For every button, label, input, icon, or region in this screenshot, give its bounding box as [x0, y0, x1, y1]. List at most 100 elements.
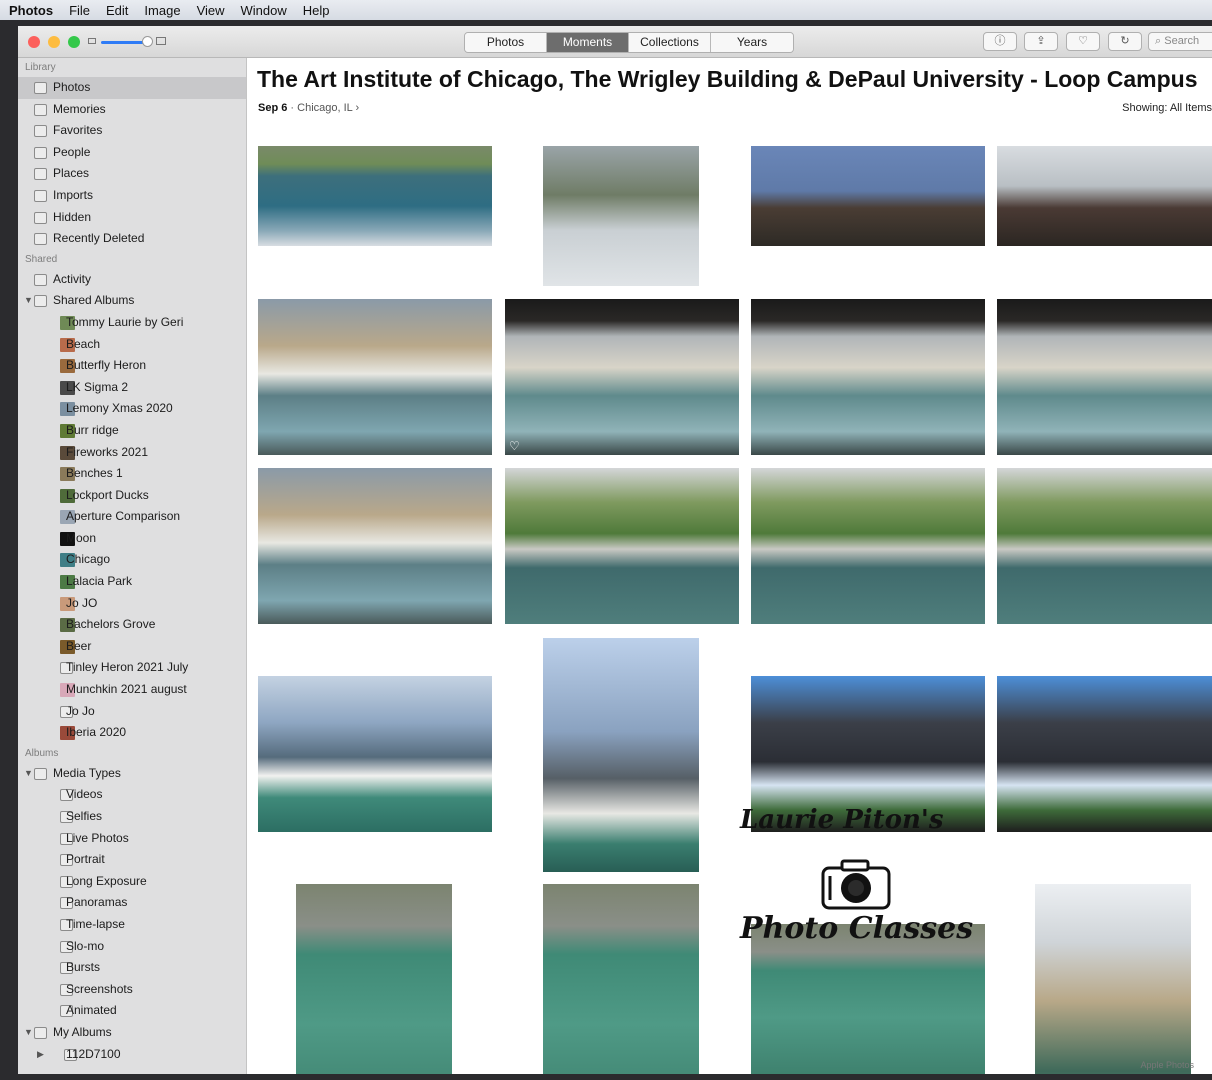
zoom-knob[interactable] — [142, 36, 153, 47]
sidebar-item-favorites[interactable]: Favorites — [18, 120, 246, 142]
sidebar-item-videos[interactable]: Videos — [18, 784, 246, 806]
favorite-heart-icon: ♡ — [509, 439, 520, 453]
photo-thumbnail[interactable] — [258, 299, 492, 455]
sidebar-item-jo-jo[interactable]: Jo Jo — [18, 701, 246, 723]
photo-thumbnail[interactable] — [543, 638, 699, 872]
sidebar-item-chicago[interactable]: Chicago — [18, 549, 246, 571]
showing-filter[interactable]: Showing: All Items — [1122, 102, 1212, 114]
maximize-window-button[interactable] — [68, 36, 80, 48]
sidebar-item-moon[interactable]: Moon — [18, 528, 246, 550]
sidebar-item-long-exposure[interactable]: Long Exposure — [18, 871, 246, 893]
sidebar-item-aperture-comparison[interactable]: Aperture Comparison — [18, 506, 246, 528]
disclosure-triangle-icon[interactable]: ▶ — [37, 1044, 44, 1066]
trash-icon — [34, 233, 47, 246]
sidebar-item-112d7100[interactable]: ▶ 112D7100 — [18, 1044, 246, 1066]
sidebar-item-beer[interactable]: Beer — [18, 636, 246, 658]
sidebar-item-shared-albums[interactable]: ▼ Shared Albums — [18, 290, 246, 312]
photo-thumbnail[interactable] — [505, 468, 739, 624]
sidebar-item-panoramas[interactable]: Panoramas — [18, 892, 246, 914]
photo-thumbnail[interactable] — [543, 884, 699, 1074]
menu-image[interactable]: Image — [136, 3, 188, 18]
photo-thumbnail[interactable] — [997, 676, 1212, 832]
photo-thumbnail[interactable] — [997, 299, 1212, 455]
sidebar-item-label: Beer — [66, 638, 92, 653]
photo-thumbnail[interactable] — [1035, 884, 1191, 1074]
sidebar-item-recently-deleted[interactable]: Recently Deleted — [18, 228, 246, 250]
info-button[interactable]: ⓘ — [983, 32, 1017, 51]
sidebar-item-label: Places — [53, 166, 90, 181]
sidebar-item-tommy-laurie-by-geri[interactable]: Tommy Laurie by Geri — [18, 312, 246, 334]
photo-thumbnail[interactable] — [258, 146, 492, 246]
sidebar-item-places[interactable]: Places — [18, 163, 246, 185]
sidebar-item-time-lapse[interactable]: Time-lapse — [18, 914, 246, 936]
photo-thumbnail[interactable] — [258, 468, 492, 624]
photo-thumbnail[interactable]: ♡ — [505, 299, 739, 455]
sidebar-item-butterfly-heron[interactable]: Butterfly Heron — [18, 355, 246, 377]
close-window-button[interactable] — [28, 36, 40, 48]
tab-collections[interactable]: Collections — [629, 33, 711, 52]
sidebar-item-lalacia-park[interactable]: Lalacia Park — [18, 571, 246, 593]
sidebar-item-iberia-2020[interactable]: Iberia 2020 — [18, 722, 246, 744]
sidebar-item-animated[interactable]: Animated — [18, 1000, 246, 1022]
sidebar-item-people[interactable]: People — [18, 142, 246, 164]
sidebar-item-bachelors-grove[interactable]: Bachelors Grove — [18, 614, 246, 636]
menu-app-name[interactable]: Photos — [0, 3, 61, 18]
tab-photos[interactable]: Photos — [465, 33, 547, 52]
menu-edit[interactable]: Edit — [98, 3, 136, 18]
menu-file[interactable]: File — [61, 3, 98, 18]
sidebar-item-munchkin-2021-august[interactable]: Munchkin 2021 august — [18, 679, 246, 701]
sidebar-item-portrait[interactable]: Portrait — [18, 849, 246, 871]
moment-subtitle[interactable]: Sep 6 · Chicago, IL › — [258, 102, 359, 114]
photo-thumbnail[interactable] — [258, 676, 492, 832]
photo-thumbnail[interactable] — [751, 468, 985, 624]
sidebar-item-slo-mo[interactable]: Slo-mo — [18, 936, 246, 958]
sidebar-item-jo-jo[interactable]: Jo JO — [18, 593, 246, 615]
rotate-button[interactable]: ↻ — [1108, 32, 1142, 51]
photo-thumbnail[interactable] — [997, 468, 1212, 624]
sidebar-item-bursts[interactable]: Bursts — [18, 957, 246, 979]
photo-thumbnail[interactable] — [543, 146, 699, 286]
photo-thumbnail[interactable] — [751, 299, 985, 455]
person-icon — [34, 146, 47, 159]
menu-help[interactable]: Help — [295, 3, 338, 18]
disclosure-triangle-icon[interactable]: ▼ — [24, 763, 33, 785]
sidebar-item-activity[interactable]: Activity — [18, 269, 246, 291]
sidebar-item-memories[interactable]: Memories — [18, 99, 246, 121]
photo-thumbnail[interactable] — [751, 146, 985, 246]
sidebar-item-live-photos[interactable]: Live Photos — [18, 828, 246, 850]
sidebar-item-tinley-heron-2021-july[interactable]: Tinley Heron 2021 July — [18, 657, 246, 679]
menu-view[interactable]: View — [189, 3, 233, 18]
favorite-button[interactable]: ♡ — [1066, 32, 1100, 51]
watermark-line-1: Laurie Piton's — [740, 805, 944, 835]
disclosure-triangle-icon[interactable]: ▼ — [24, 1022, 33, 1044]
sidebar-item-media-types[interactable]: ▼ Media Types — [18, 763, 246, 785]
zoom-track — [101, 41, 147, 44]
sidebar-item-label: Videos — [66, 787, 103, 802]
minimize-window-button[interactable] — [48, 36, 60, 48]
tab-moments[interactable]: Moments — [547, 33, 629, 52]
search-placeholder: Search — [1164, 35, 1200, 47]
zoom-slider[interactable] — [88, 35, 166, 49]
sidebar-item-hidden[interactable]: Hidden — [18, 207, 246, 229]
menu-window[interactable]: Window — [233, 3, 295, 18]
disclosure-triangle-icon[interactable]: ▼ — [24, 290, 33, 312]
sidebar-item-photos[interactable]: Photos — [18, 77, 246, 99]
photo-thumbnail[interactable] — [296, 884, 452, 1074]
sidebar-item-lk-sigma-2[interactable]: LK Sigma 2 — [18, 377, 246, 399]
photo-thumbnail[interactable] — [997, 146, 1212, 246]
sidebar-item-label: Portrait — [66, 852, 105, 867]
sidebar-item-my-albums[interactable]: ▼ My Albums — [18, 1022, 246, 1044]
sidebar-item-imports[interactable]: Imports — [18, 185, 246, 207]
sidebar-item-screenshots[interactable]: Screenshots — [18, 979, 246, 1001]
sidebar-item-beach[interactable]: Beach — [18, 334, 246, 356]
sidebar-item-burr-ridge[interactable]: Burr ridge — [18, 420, 246, 442]
sidebar-item-fireworks-2021[interactable]: Fireworks 2021 — [18, 442, 246, 464]
sidebar-item-lockport-ducks[interactable]: Lockport Ducks — [18, 485, 246, 507]
search-field[interactable]: ⌕ Search — [1148, 32, 1212, 51]
sidebar-item-lemony-xmas-2020[interactable]: Lemony Xmas 2020 — [18, 398, 246, 420]
share-button[interactable]: ⇪ — [1024, 32, 1058, 51]
tab-years[interactable]: Years — [711, 33, 793, 52]
sidebar-item-benches-1[interactable]: Benches 1 — [18, 463, 246, 485]
sidebar-item-selfies[interactable]: Selfies — [18, 806, 246, 828]
sidebar-item-label: People — [53, 144, 91, 159]
